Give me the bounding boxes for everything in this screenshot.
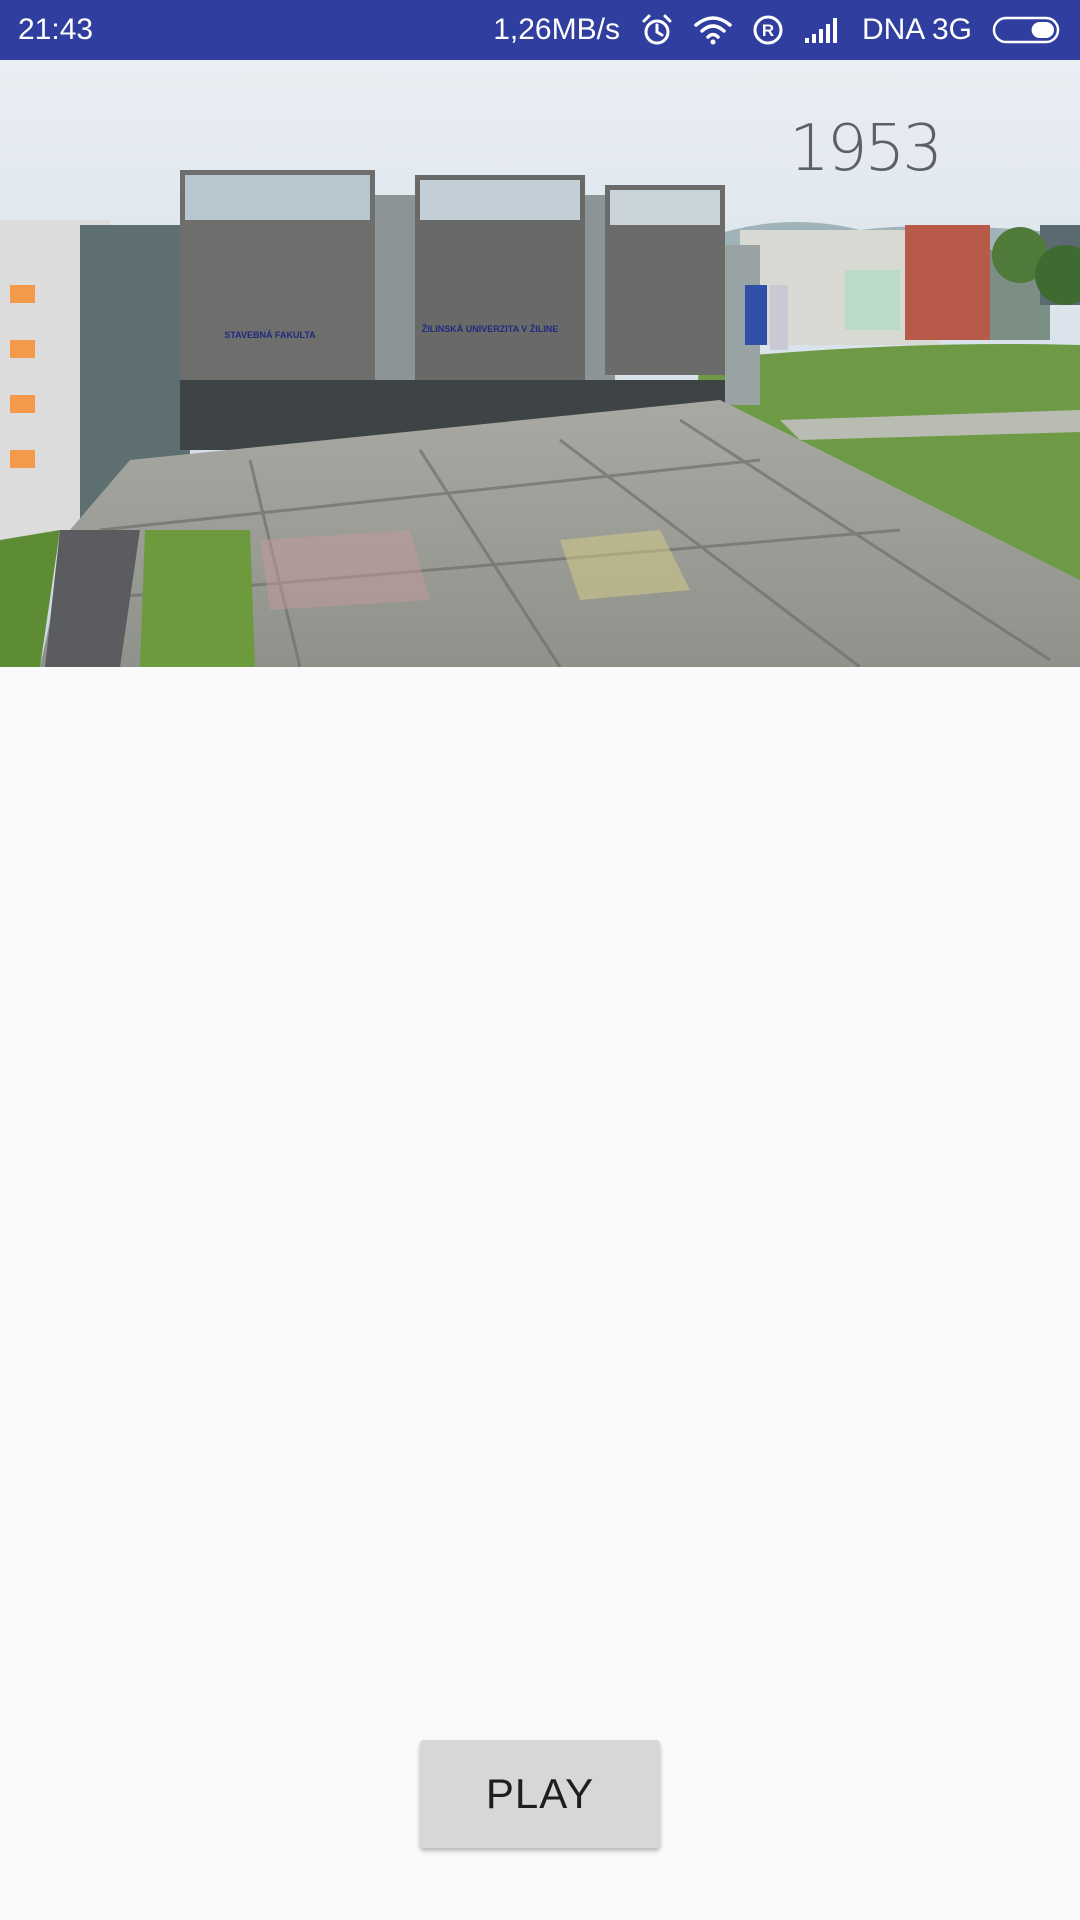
battery-icon: [992, 15, 1064, 45]
status-bar: 21:43 1,26MB/s R DNA 3G: [0, 0, 1080, 60]
signal-icon: [804, 16, 842, 44]
video-player[interactable]: STAVEBNÁ FAKULTA ŽILINSKÁ UNIVERZITA V Ž…: [0, 60, 1080, 667]
roaming-icon: R: [752, 14, 784, 46]
status-time: 21:43: [18, 13, 94, 46]
carrier-name: DNA 3G: [861, 13, 972, 46]
network-speed: 1,26MB/s: [493, 13, 620, 46]
sign-civil-engineering: STAVEBNÁ FAKULTA: [224, 330, 316, 340]
video-year-overlay: 1953: [789, 112, 943, 186]
play-button[interactable]: PLAY: [420, 1740, 660, 1848]
status-icons: 1,26MB/s R DNA 3G: [493, 13, 1064, 47]
svg-text:R: R: [762, 21, 774, 40]
sign-university: ŽILINSKÁ UNIVERZITA V ŽILINE: [422, 323, 559, 334]
alarm-icon: [640, 13, 674, 47]
wifi-icon: [694, 15, 732, 45]
